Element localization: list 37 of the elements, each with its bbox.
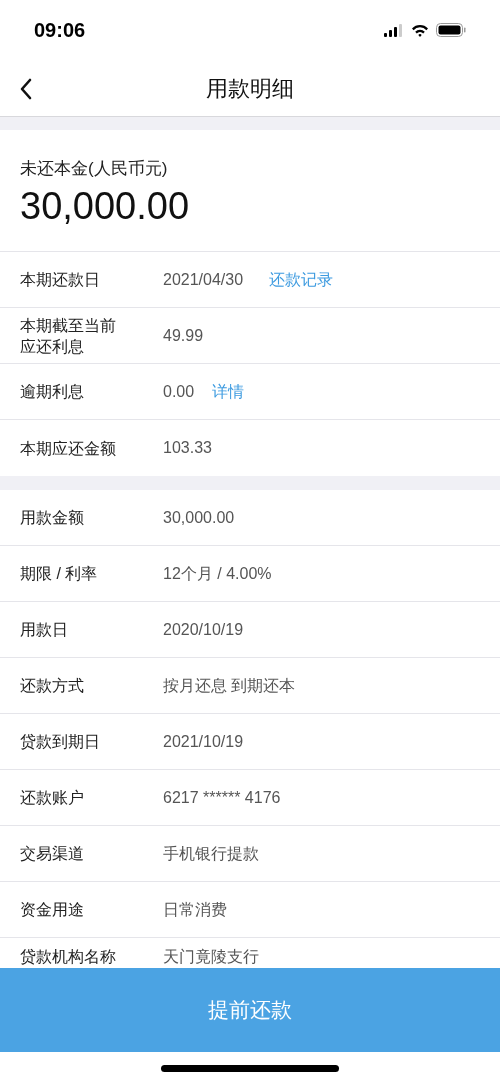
- detail-link[interactable]: 还款记录: [269, 267, 334, 292]
- row-label: 还款方式: [20, 676, 85, 696]
- prepay-button[interactable]: 提前还款: [0, 968, 500, 1052]
- row-label: 本期应还金额: [20, 438, 117, 459]
- row-label: 贷款机构名称: [20, 948, 117, 966]
- row-label: 用款金额: [20, 508, 85, 528]
- row-value: 6217 ****** 4176: [163, 787, 281, 808]
- row-label: 资金用途: [20, 900, 85, 920]
- row-label: 用款日: [20, 620, 69, 640]
- row-label: 期限 / 利率: [20, 564, 99, 584]
- row-value: 按月还息 到期还本: [163, 675, 296, 696]
- detail-link[interactable]: 详情: [212, 379, 245, 404]
- principal-label: 未还本金(人民币元): [20, 158, 169, 180]
- row-value: 49.99: [163, 325, 204, 346]
- row-value: 日常消费: [163, 899, 227, 920]
- row-value: 2021/04/30: [163, 269, 244, 290]
- row-value: 0.00: [163, 381, 195, 402]
- row-value: 30,000.00: [163, 507, 235, 528]
- row-label: 本期截至当前应还利息: [20, 315, 117, 357]
- page-title: 用款明细: [206, 74, 294, 103]
- row-value: 103.33: [163, 438, 212, 458]
- row-value: 2020/10/19: [163, 619, 244, 640]
- status-time: 09:06: [34, 18, 86, 43]
- signal-icon: [384, 23, 404, 37]
- row-value: 天门竟陵支行: [163, 948, 259, 966]
- row-label: 还款账户: [20, 788, 85, 808]
- battery-icon: [436, 23, 466, 37]
- row-value: 手机银行提款: [163, 843, 259, 864]
- row-label: 本期还款日: [20, 270, 101, 290]
- row-value: 12个月 / 4.00%: [163, 563, 272, 584]
- principal-amount: 30,000.00: [20, 184, 191, 229]
- row-label: 逾期利息: [20, 382, 85, 402]
- row-value: 2021/10/19: [163, 731, 244, 752]
- wifi-icon: [411, 23, 429, 37]
- row-label: 贷款到期日: [20, 732, 101, 752]
- back-icon: [19, 78, 33, 100]
- row-label: 交易渠道: [20, 844, 85, 864]
